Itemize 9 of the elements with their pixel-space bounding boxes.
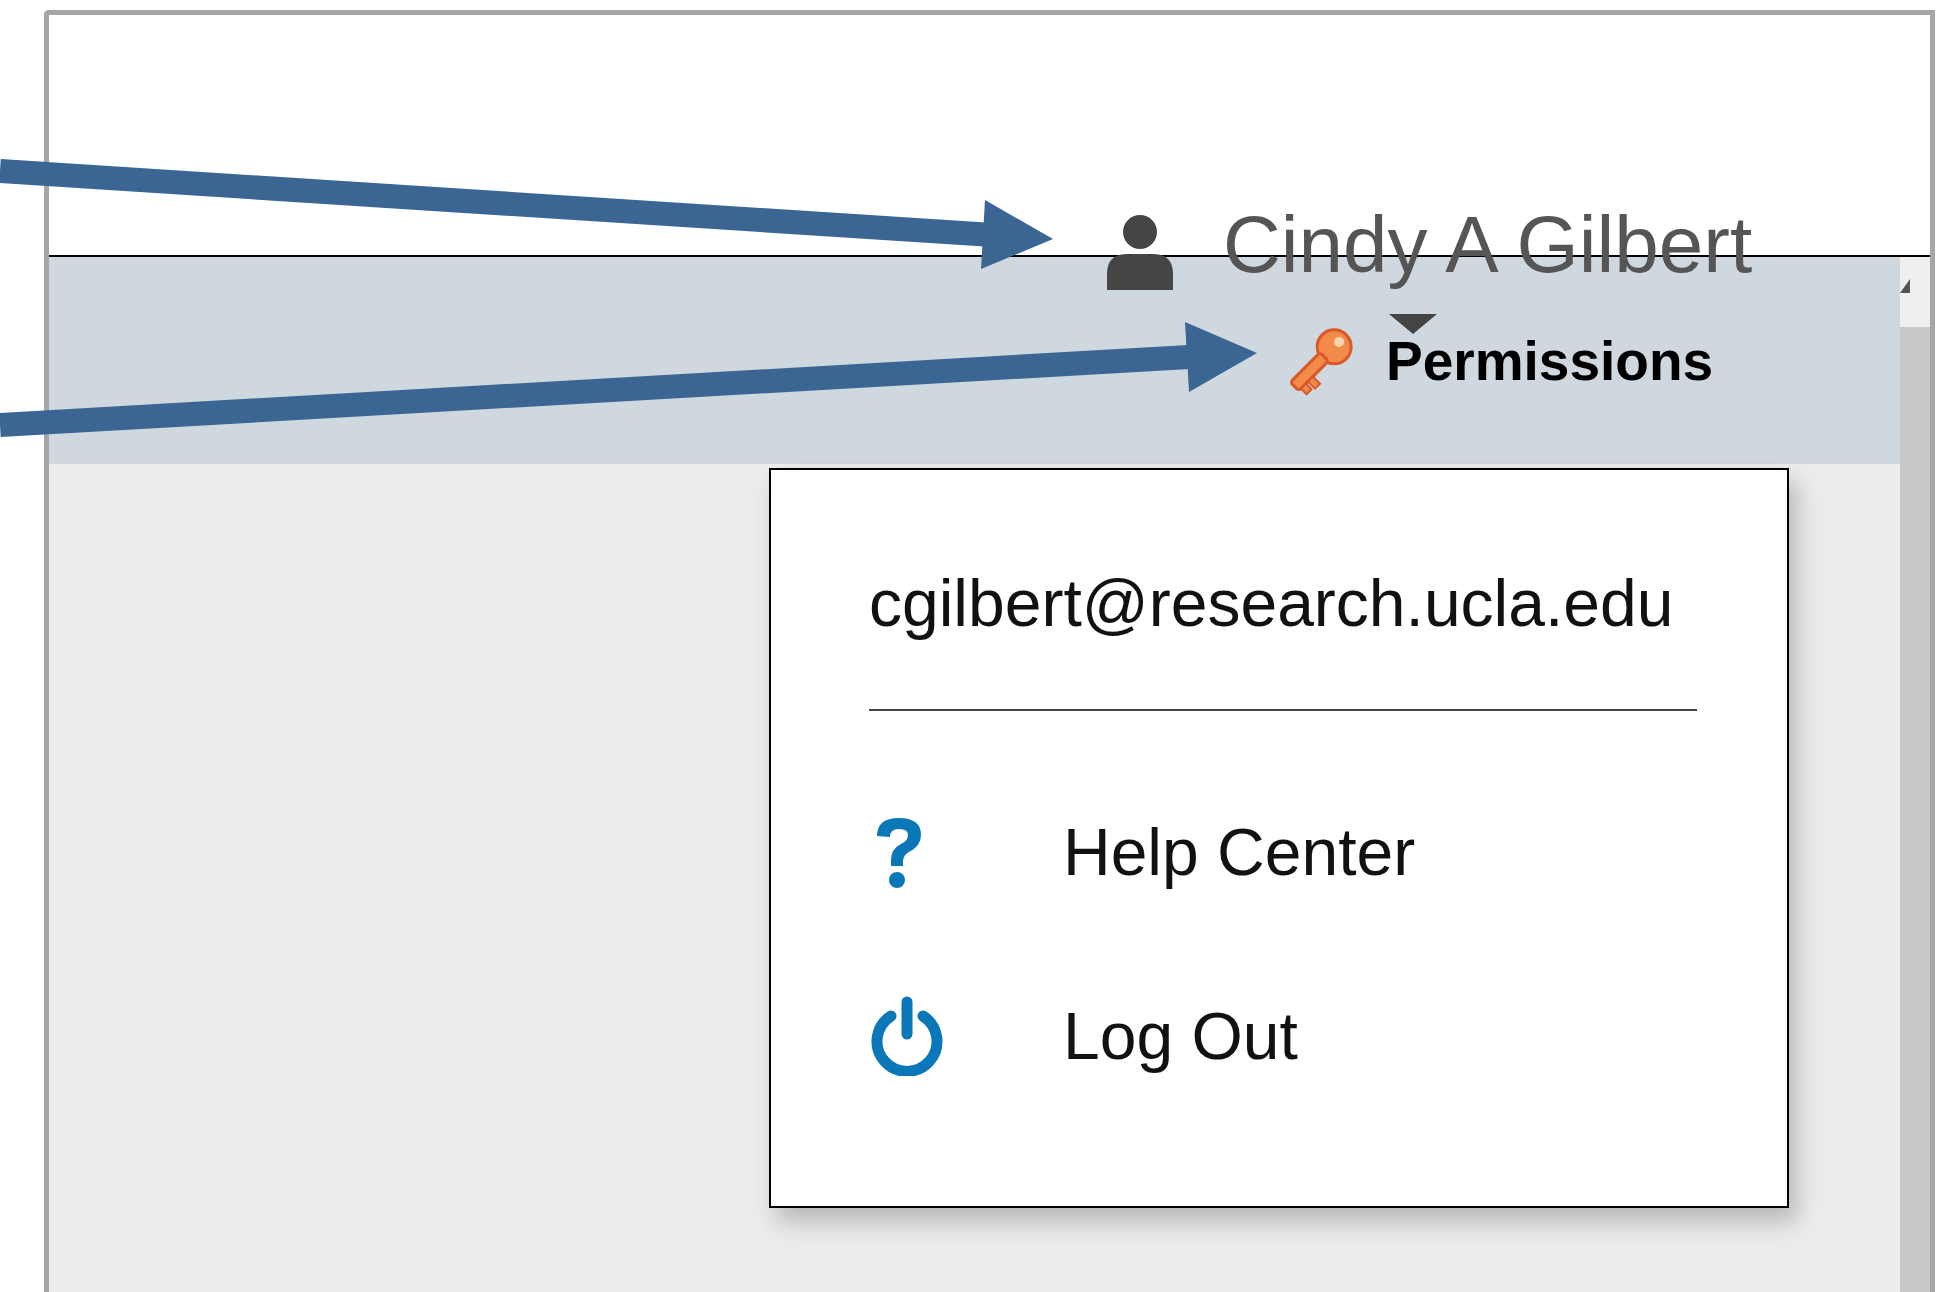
menu-item[interactable]: Log Out [1063,996,1298,1076]
permissions-link[interactable]: Permissions [1386,333,1714,389]
menu-item[interactable]: Help Center [1063,812,1416,892]
power-icon [869,996,945,1077]
caret-icon[interactable] [1389,314,1437,334]
scroll-arrow-icon[interactable] [1900,279,1910,293]
scrollbar[interactable] [1900,257,1930,1292]
user-icon [1105,214,1175,290]
user-email: cgilbert@research.ucla.edu [869,565,1675,642]
